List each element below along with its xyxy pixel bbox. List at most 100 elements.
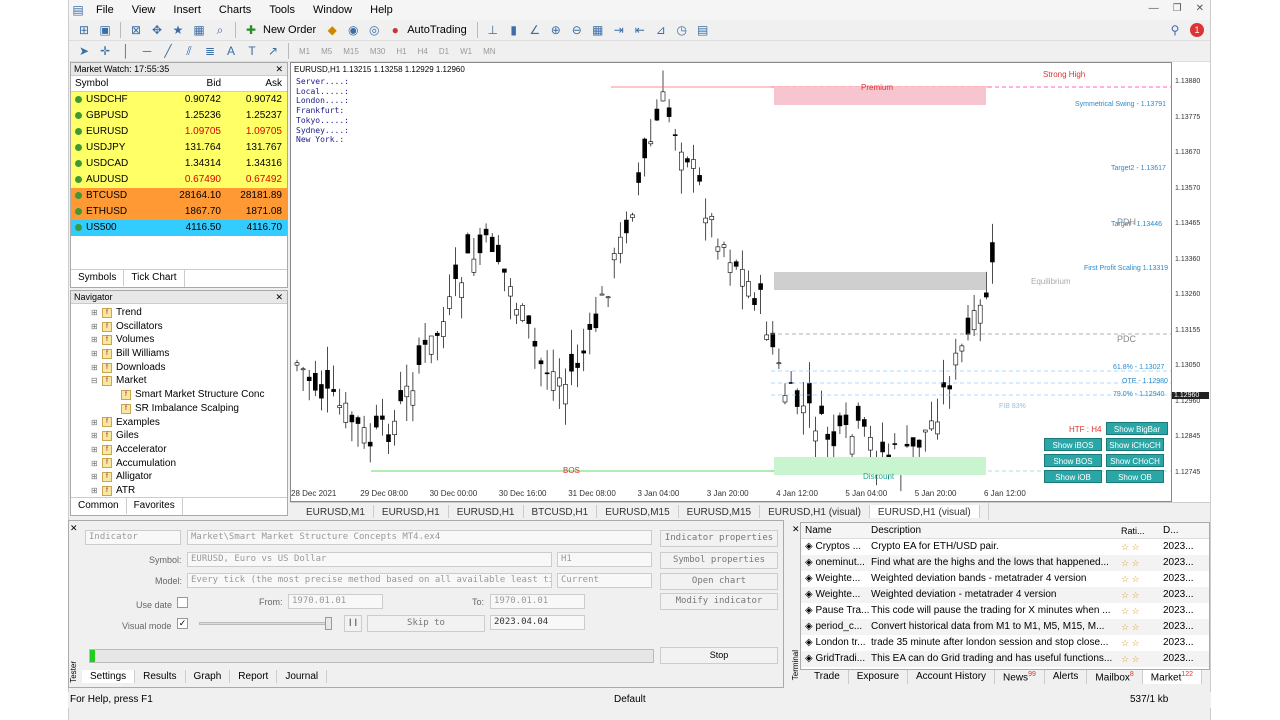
chart-toggle-button[interactable]: Show iCHoCH — [1106, 438, 1164, 451]
navigator-item[interactable]: f Smart Market Structure Conc — [91, 388, 287, 402]
text-icon[interactable]: A — [222, 42, 240, 60]
market-watch-row[interactable]: USDJPY 131.764 131.767 — [71, 140, 287, 156]
tile-windows-icon[interactable]: ▦ — [589, 21, 607, 39]
close-icon[interactable]: ✕ — [70, 523, 78, 534]
market-watch-row[interactable]: USDCAD 1.34314 1.34316 — [71, 156, 287, 172]
from-date-input[interactable]: 1970.01.01 — [288, 594, 383, 609]
navigator-item[interactable]: ⊞ f Oscillators — [91, 320, 287, 334]
market-watch-row[interactable]: AUDUSD 0.67490 0.67492 — [71, 172, 287, 188]
tab-journal[interactable]: Journal — [277, 670, 328, 683]
tf-w1[interactable]: W1 — [456, 47, 476, 56]
expand-icon[interactable]: ⊟ — [91, 374, 99, 388]
expand-icon[interactable]: ⊞ — [91, 470, 99, 484]
navigator-item[interactable]: ⊞ f Volumes — [91, 333, 287, 347]
tester-type-select[interactable]: Indicator — [85, 530, 181, 545]
menu-insert[interactable]: Insert — [164, 4, 210, 16]
menu-charts[interactable]: Charts — [210, 4, 260, 16]
tf-m30[interactable]: M30 — [366, 47, 390, 56]
pause-button[interactable]: ❙❙ — [344, 615, 362, 632]
tab-settings[interactable]: Settings — [82, 670, 136, 683]
tester-icon[interactable]: ⌕ — [211, 21, 229, 39]
market-watch-row[interactable]: GBPUSD 1.25236 1.25237 — [71, 108, 287, 124]
tf-m15[interactable]: M15 — [339, 47, 363, 56]
tf-m1[interactable]: M1 — [295, 47, 314, 56]
expand-icon[interactable]: ⊞ — [91, 443, 99, 457]
menu-view[interactable]: View — [123, 4, 165, 16]
navigator-item[interactable]: ⊞ f Giles — [91, 429, 287, 443]
use-date-checkbox[interactable] — [177, 597, 188, 608]
expand-icon[interactable]: ⊞ — [91, 347, 99, 361]
tf-h1[interactable]: H1 — [392, 47, 410, 56]
label-icon[interactable]: T — [243, 42, 261, 60]
chart-toggle-button[interactable]: Show iOB — [1044, 470, 1102, 483]
navigator-item[interactable]: ⊟ f Market — [91, 374, 287, 388]
tab-news[interactable]: News99 — [995, 670, 1045, 685]
menu-file[interactable]: File — [87, 4, 123, 16]
navigator-item[interactable]: ⊞ f Accelerator — [91, 443, 287, 457]
market-item-row[interactable]: ◈ London tr... trade 35 minute after lond… — [801, 635, 1209, 651]
chart-tab[interactable]: EURUSD,M15 — [679, 505, 761, 518]
cursor-icon[interactable]: ➤ — [75, 42, 93, 60]
fibonacci-icon[interactable]: ≣ — [201, 42, 219, 60]
arrows-icon[interactable]: ↗ — [264, 42, 282, 60]
skip-date-input[interactable]: 2023.04.04 — [490, 615, 585, 630]
navigator-item[interactable]: f SR Imbalance Scalping — [91, 402, 287, 416]
skip-to-button[interactable]: Skip to — [367, 615, 485, 632]
market-watch-row[interactable]: EURUSD 1.09705 1.09705 — [71, 124, 287, 140]
tab-report[interactable]: Report — [230, 670, 278, 683]
expand-icon[interactable]: ⊞ — [91, 306, 99, 320]
tf-m5[interactable]: M5 — [317, 47, 336, 56]
close-icon[interactable]: ✕ — [275, 63, 283, 76]
expand-icon[interactable]: ⊞ — [91, 484, 99, 498]
visual-mode-checkbox[interactable]: ✓ — [177, 618, 188, 629]
autotrading-icon[interactable]: ● — [386, 21, 404, 39]
tab-tick-chart[interactable]: Tick Chart — [124, 270, 185, 287]
market-item-row[interactable]: ◈ Weighte... Weighted deviation - metatra… — [801, 587, 1209, 603]
navigator-item[interactable]: ⊞ f Downloads — [91, 361, 287, 375]
chart-tab[interactable]: EURUSD,H1 (visual) — [760, 505, 870, 518]
metaeditor-icon[interactable]: ◆ — [323, 21, 341, 39]
vertical-line-icon[interactable]: │ — [117, 42, 135, 60]
autotrading-button[interactable]: AutoTrading — [407, 24, 467, 36]
chart-tab[interactable]: EURUSD,H1 — [374, 505, 449, 518]
tab-results[interactable]: Results — [135, 670, 186, 683]
navigator-item[interactable]: ⊞ f Accumulation — [91, 457, 287, 471]
crosshair-icon[interactable]: ✛ — [96, 42, 114, 60]
chart-toggle-button[interactable]: Show BigBar — [1106, 422, 1168, 435]
minimize-icon[interactable]: — — [1149, 3, 1159, 14]
tab-account-history[interactable]: Account History — [908, 670, 996, 685]
open-chart-button[interactable]: Open chart — [660, 573, 778, 590]
menu-tools[interactable]: Tools — [260, 4, 304, 16]
tab-common[interactable]: Common — [71, 498, 127, 515]
data-window-icon[interactable]: ✥ — [148, 21, 166, 39]
market-watch-row[interactable]: BTCUSD 28164.10 28181.89 — [71, 188, 287, 204]
navigator-item[interactable]: ⊞ f Alligator — [91, 470, 287, 484]
candlestick-icon[interactable]: ▮ — [505, 21, 523, 39]
market-watch-row[interactable]: ETHUSD 1867.70 1871.08 — [71, 204, 287, 220]
tab-graph[interactable]: Graph — [186, 670, 231, 683]
model-select[interactable]: Every tick (the most precise method base… — [187, 573, 552, 588]
indicator-select[interactable]: Market\Smart Market Structure Concepts M… — [187, 530, 652, 545]
chart-toggle-button[interactable]: Show BOS — [1044, 454, 1102, 467]
expand-icon[interactable]: ⊞ — [91, 429, 99, 443]
new-order-button[interactable]: New Order — [263, 24, 316, 36]
chart-shift-icon[interactable]: ⇥ — [610, 21, 628, 39]
restore-icon[interactable]: ❐ — [1173, 3, 1182, 14]
horizontal-line-icon[interactable]: ─ — [138, 42, 156, 60]
indicators-icon[interactable]: ⊿ — [652, 21, 670, 39]
navigator-item[interactable]: ⊞ f ATR — [91, 484, 287, 498]
tf-mn[interactable]: MN — [479, 47, 499, 56]
autoscroll-icon[interactable]: ⇤ — [631, 21, 649, 39]
tab-exposure[interactable]: Exposure — [849, 670, 909, 685]
period-select[interactable]: H1 — [557, 552, 652, 567]
signals-icon[interactable]: ◉ — [344, 21, 362, 39]
expand-icon[interactable]: ⊞ — [91, 361, 99, 375]
notifications-badge[interactable]: 1 — [1190, 23, 1204, 37]
line-chart-icon[interactable]: ∠ — [526, 21, 544, 39]
symbol-properties-button[interactable]: Symbol properties — [660, 552, 778, 569]
chart-tab[interactable]: BTCUSD,H1 — [524, 505, 598, 518]
market-item-row[interactable]: ◈ oneminut... Find what are the highs and… — [801, 555, 1209, 571]
chart-toggle-button[interactable]: Show OB — [1106, 470, 1164, 483]
market-watch-row[interactable]: US500 4116.50 4116.70 — [71, 220, 287, 236]
expand-icon[interactable]: ⊞ — [91, 333, 99, 347]
